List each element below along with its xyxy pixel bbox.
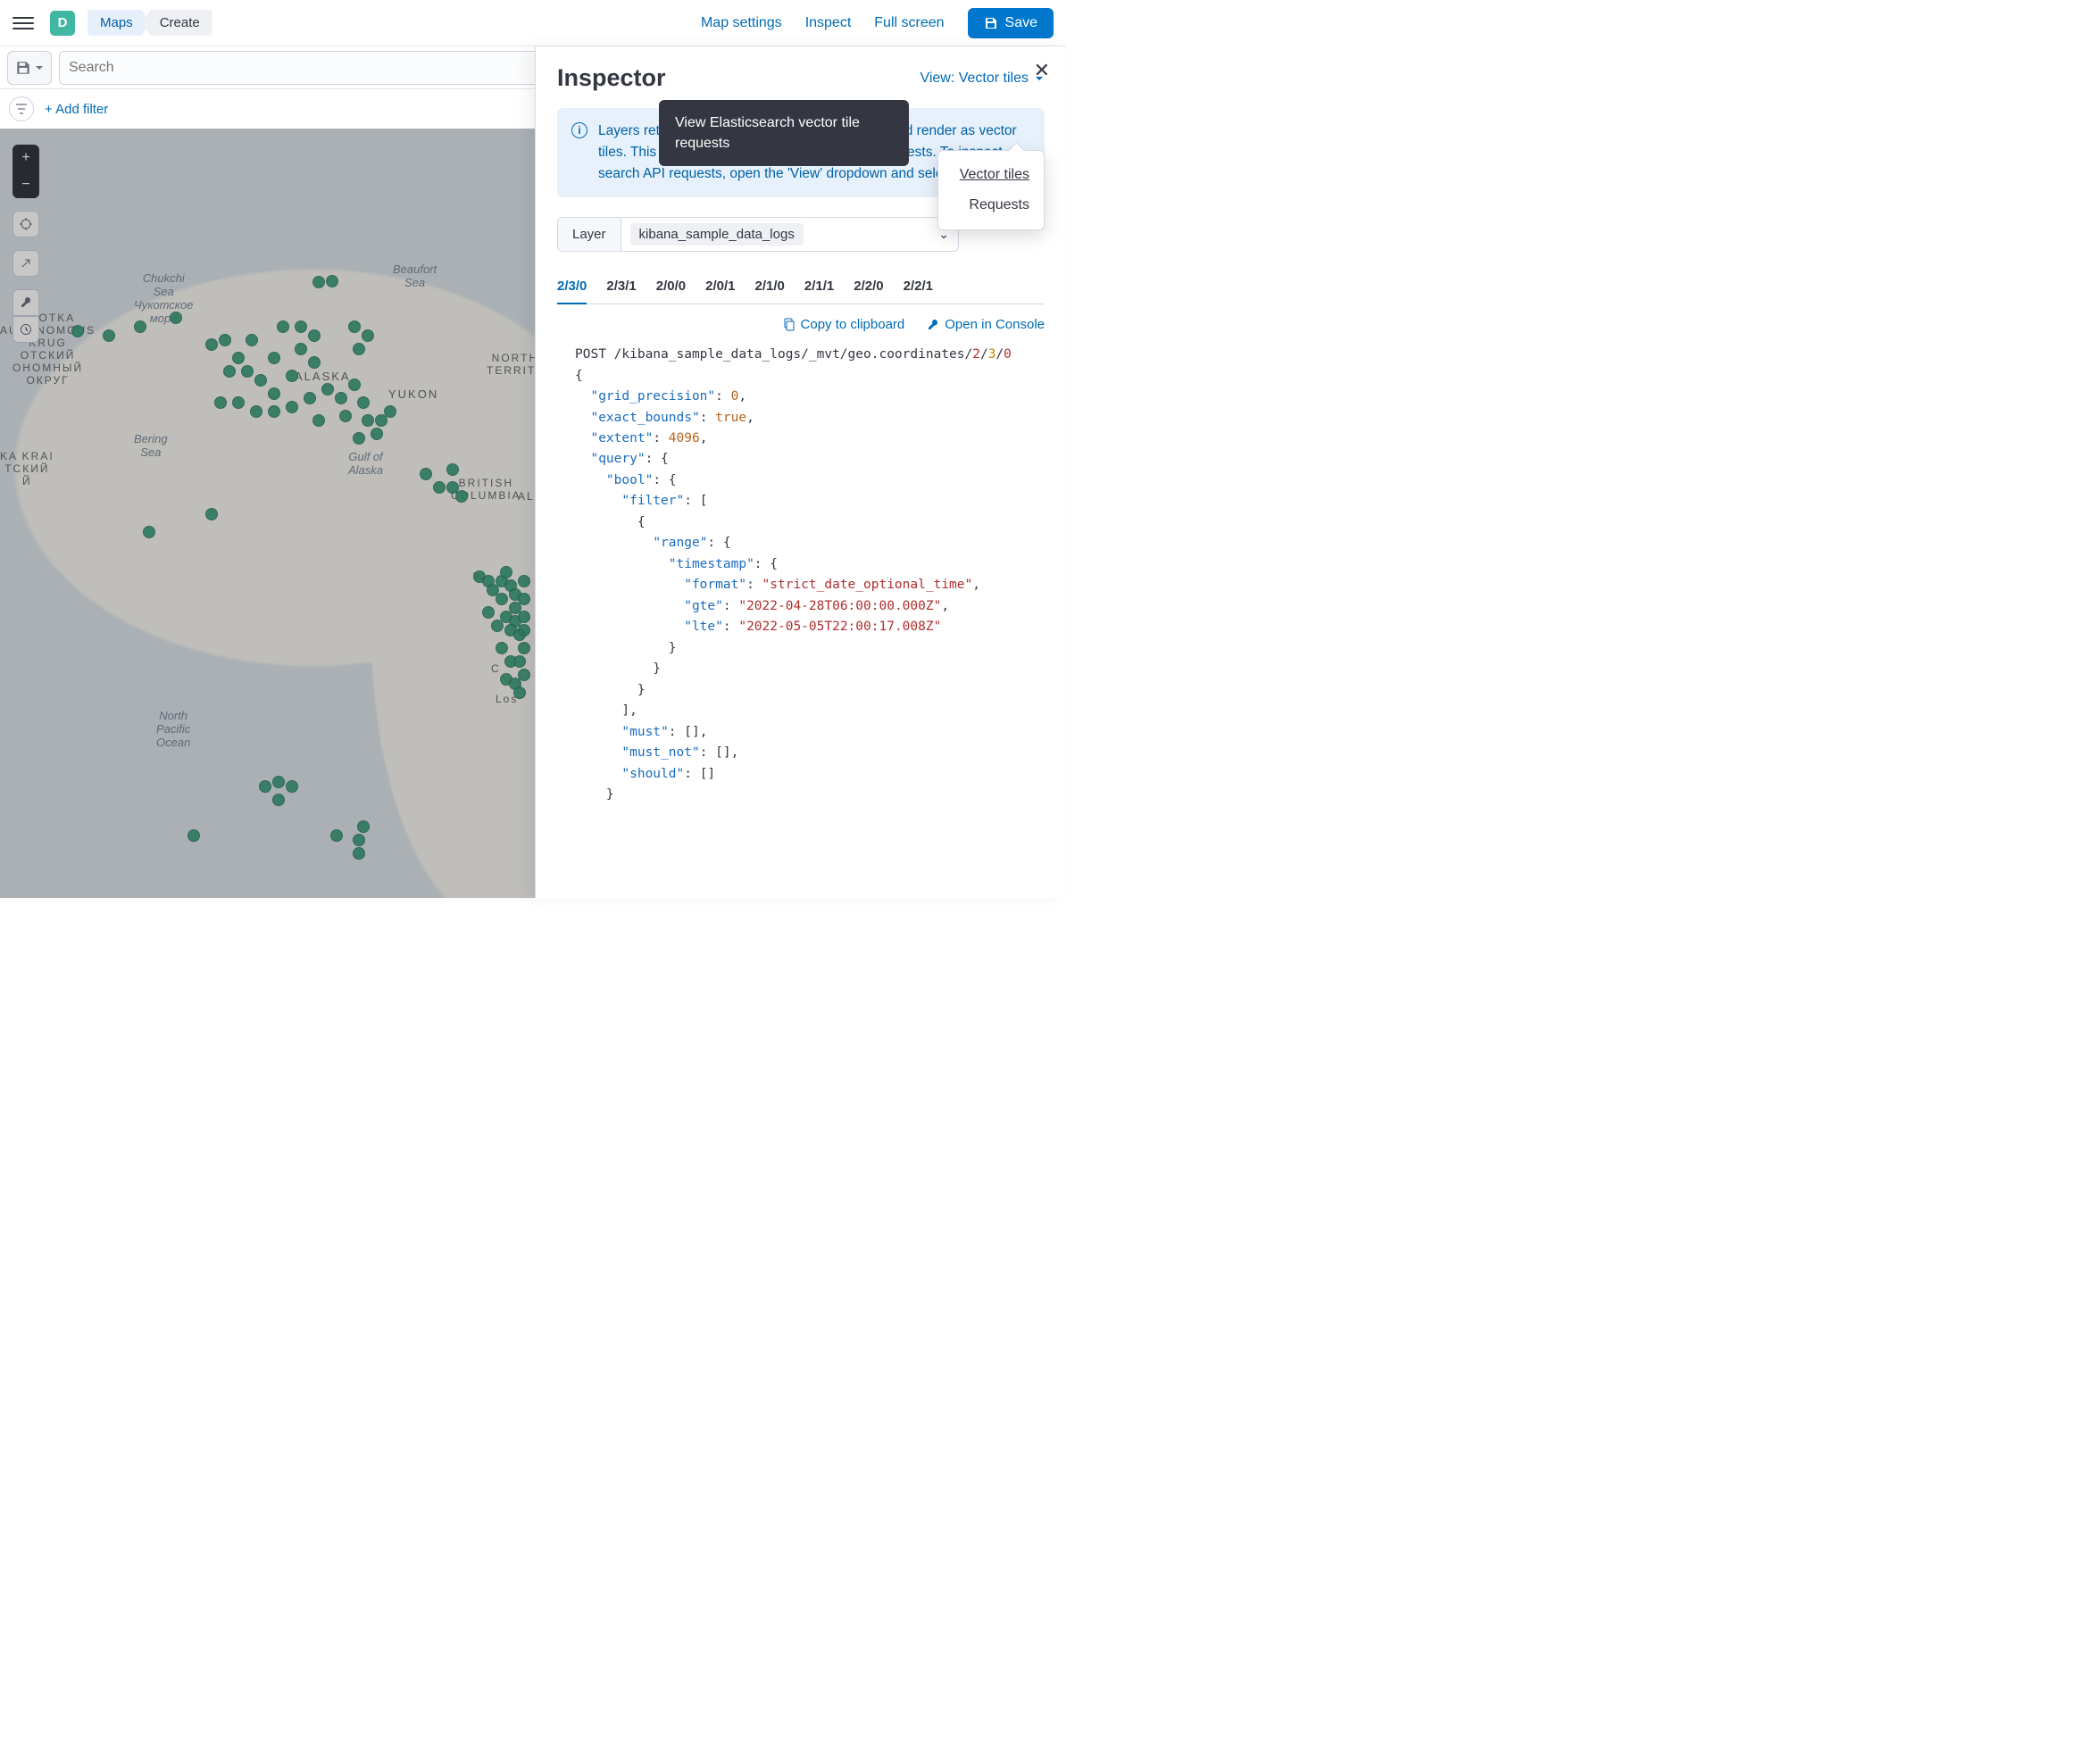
open-console-button[interactable]: Open in Console [926, 317, 1045, 332]
save-button-label: Save [1005, 15, 1037, 31]
tile-tabs: 2/3/0 2/3/1 2/0/0 2/0/1 2/1/0 2/1/1 2/2/0 2/2/1 [557, 271, 1045, 304]
breadcrumb: Maps Create [87, 10, 212, 36]
saved-query-button[interactable] [7, 51, 52, 85]
flyout-header: Inspector View: Vector tiles [536, 46, 1066, 99]
copy-label: Copy to clipboard [801, 317, 905, 332]
breadcrumb-current: Create [142, 10, 212, 36]
filter-icon [15, 103, 28, 115]
layer-label: Layer [558, 218, 621, 251]
tile-tab[interactable]: 2/3/1 [606, 271, 636, 304]
console-label: Open in Console [945, 317, 1045, 332]
tile-tab[interactable]: 2/1/1 [804, 271, 834, 304]
chevron-down-icon [35, 63, 44, 72]
request-body[interactable]: POST /kibana_sample_data_logs/_mvt/geo.c… [557, 341, 1045, 824]
view-option-vector-tiles[interactable]: Vector tiles [938, 160, 1044, 190]
layer-select[interactable]: kibana_sample_data_logs ⌄ [621, 218, 958, 251]
copy-icon [782, 318, 796, 331]
breadcrumb-root[interactable]: Maps [87, 10, 151, 36]
disk-icon [15, 60, 31, 76]
save-button[interactable]: Save [968, 8, 1054, 38]
tile-tab[interactable]: 2/1/0 [755, 271, 785, 304]
tile-tab[interactable]: 2/0/1 [705, 271, 735, 304]
inspector-flyout: ✕ Inspector View: Vector tiles i Layers … [535, 46, 1066, 898]
add-filter-button[interactable]: + Add filter [45, 102, 108, 117]
tile-tab[interactable]: 2/2/1 [904, 271, 933, 304]
tile-tab[interactable]: 2/0/0 [656, 271, 686, 304]
view-selector-popover: Vector tiles Requests [937, 150, 1045, 230]
view-selector-label: View: Vector tiles [920, 71, 1029, 87]
map-settings-link[interactable]: Map settings [701, 15, 782, 31]
close-flyout-button[interactable]: ✕ [1034, 59, 1050, 82]
flyout-title: Inspector [557, 64, 666, 92]
inspect-link[interactable]: Inspect [805, 15, 852, 31]
space-avatar[interactable]: D [50, 11, 75, 36]
info-icon: i [571, 122, 587, 138]
filter-options-button[interactable] [9, 96, 34, 121]
copy-clipboard-button[interactable]: Copy to clipboard [782, 317, 905, 332]
tile-tab[interactable]: 2/2/0 [854, 271, 883, 304]
save-icon [984, 16, 998, 30]
full-screen-link[interactable]: Full screen [874, 15, 944, 31]
request-actions: Copy to clipboard Open in Console [557, 317, 1045, 332]
view-selector-button[interactable]: View: Vector tiles [920, 71, 1045, 87]
layer-chip: kibana_sample_data_logs [630, 223, 804, 245]
nav-toggle-icon[interactable] [12, 12, 34, 34]
layer-selector[interactable]: Layer kibana_sample_data_logs ⌄ [557, 217, 959, 252]
tooltip: View Elasticsearch vector tile requests [659, 100, 909, 166]
app-header: D Maps Create Map settings Inspect Full … [0, 0, 1066, 46]
view-option-requests[interactable]: Requests [938, 190, 1044, 220]
wrench-icon [926, 318, 939, 331]
tile-tab[interactable]: 2/3/0 [557, 271, 587, 304]
